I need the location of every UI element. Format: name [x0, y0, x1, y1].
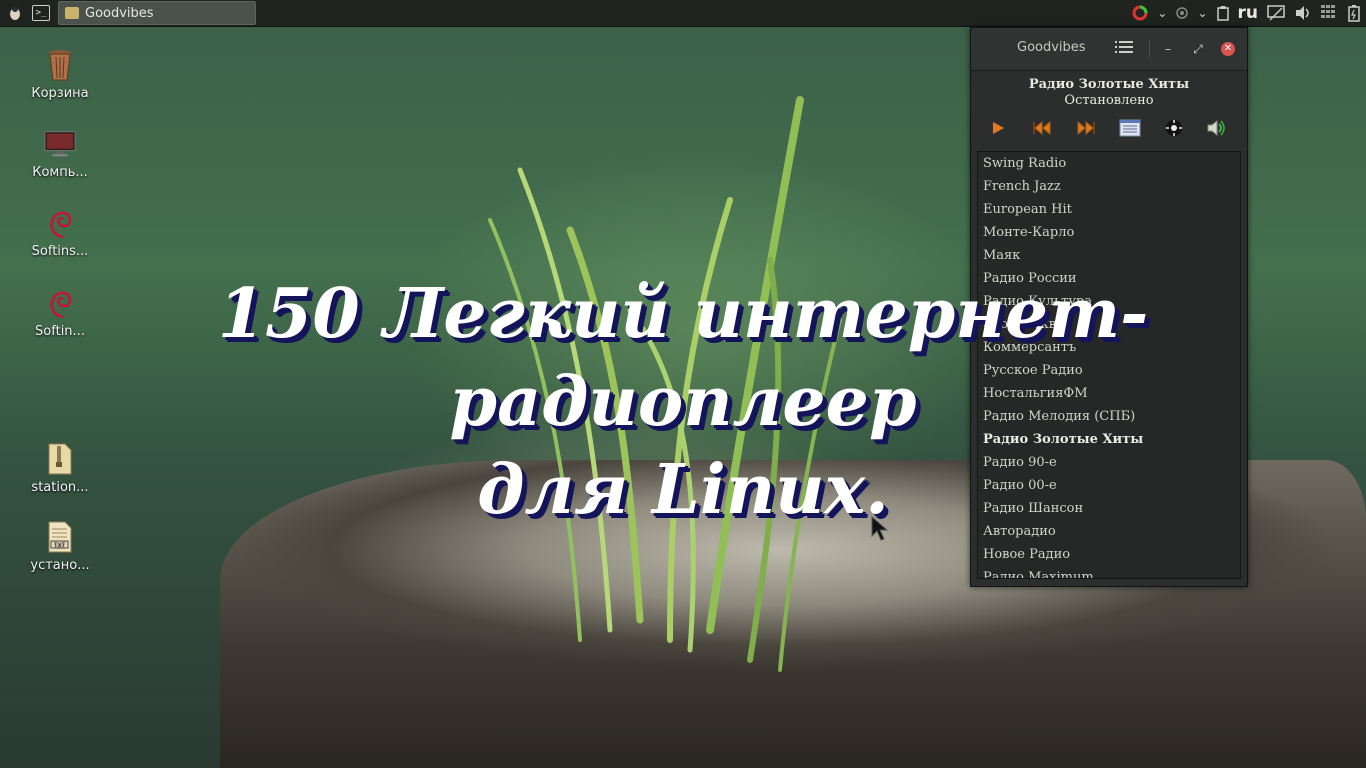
- desktop-icon-label: Корзина: [31, 86, 89, 101]
- desktop-icon-label: устано...: [30, 558, 90, 573]
- player-controls: [971, 108, 1247, 148]
- now-playing: Радио Золотые Хиты Остановлено: [971, 71, 1247, 108]
- svg-text:TXT: TXT: [53, 542, 66, 549]
- station-list-item[interactable]: Новое Радио: [978, 543, 1240, 566]
- hamburger-menu-icon[interactable]: [1115, 40, 1133, 58]
- desktop-icon-softins-1[interactable]: Softins...: [15, 206, 105, 259]
- terminal-icon[interactable]: >_: [32, 5, 50, 21]
- record-icon[interactable]: [1175, 6, 1189, 20]
- current-station: Радио Золотые Хиты: [1028, 77, 1190, 92]
- overlay-title-line1: 150 Легкий интернет-радиоплеер: [217, 274, 1149, 442]
- titlebar-separator: [1149, 40, 1150, 58]
- settings-icon[interactable]: [1163, 118, 1185, 138]
- trash-icon: [44, 48, 76, 82]
- volume-icon[interactable]: [1205, 118, 1227, 138]
- mouse-cursor-icon: [871, 516, 889, 541]
- taskbar-button-label: Goodvibes: [85, 5, 154, 21]
- chevron-down-icon[interactable]: ⌄: [1157, 6, 1167, 20]
- station-list-item[interactable]: Радио Maximum: [978, 566, 1240, 578]
- overlay-title-line2: для Linux.: [477, 450, 889, 530]
- station-list-item[interactable]: French Jazz: [978, 175, 1240, 198]
- close-button[interactable]: ✕: [1221, 42, 1235, 56]
- desktop-icon-label: Компь...: [32, 165, 88, 180]
- play-icon[interactable]: [987, 118, 1009, 138]
- station-list-item[interactable]: Маяк: [978, 244, 1240, 267]
- user-icon[interactable]: [1266, 4, 1286, 22]
- workspace-switcher-icon[interactable]: [1320, 4, 1340, 22]
- volume-icon[interactable]: [1294, 5, 1312, 21]
- clipboard-icon[interactable]: [1216, 5, 1230, 21]
- previous-icon[interactable]: [1031, 118, 1053, 138]
- computer-icon: [44, 127, 76, 161]
- window-title: Goodvibes: [1017, 40, 1086, 55]
- goodvibes-app-icon: [65, 7, 79, 19]
- taskbar-button-goodvibes[interactable]: Goodvibes: [58, 1, 256, 25]
- desktop-icon-computer[interactable]: Компь...: [15, 127, 105, 180]
- desktop-icon-label: Softins...: [31, 244, 89, 259]
- station-list-item[interactable]: Монте-Карло: [978, 221, 1240, 244]
- minimize-button[interactable]: –: [1159, 40, 1177, 58]
- maximize-button[interactable]: ⤢: [1189, 40, 1207, 58]
- stations-list-icon[interactable]: [1119, 118, 1141, 138]
- battery-icon[interactable]: [1348, 4, 1360, 22]
- keyboard-layout-indicator[interactable]: ru: [1238, 3, 1259, 23]
- desktop-icon-trash[interactable]: Корзина: [15, 48, 105, 101]
- overlay-title: 150 Легкий интернет-радиоплеер для Linux…: [20, 270, 1346, 534]
- next-icon[interactable]: [1075, 118, 1097, 138]
- debian-swirl-icon: [44, 206, 76, 240]
- chevron-down-icon[interactable]: ⌄: [1197, 6, 1207, 20]
- network-icon[interactable]: [1131, 4, 1149, 22]
- system-tray: ⌄ ⌄ ru: [1131, 0, 1360, 26]
- playback-status: Остановлено: [1064, 93, 1154, 108]
- window-titlebar[interactable]: Goodvibes – ⤢ ✕: [971, 28, 1247, 71]
- station-list-item[interactable]: Swing Radio: [978, 152, 1240, 175]
- menu-icon[interactable]: [6, 4, 24, 22]
- top-panel: >_ Goodvibes ⌄ ⌄ ru: [0, 0, 1366, 27]
- station-list-item[interactable]: European Hit: [978, 198, 1240, 221]
